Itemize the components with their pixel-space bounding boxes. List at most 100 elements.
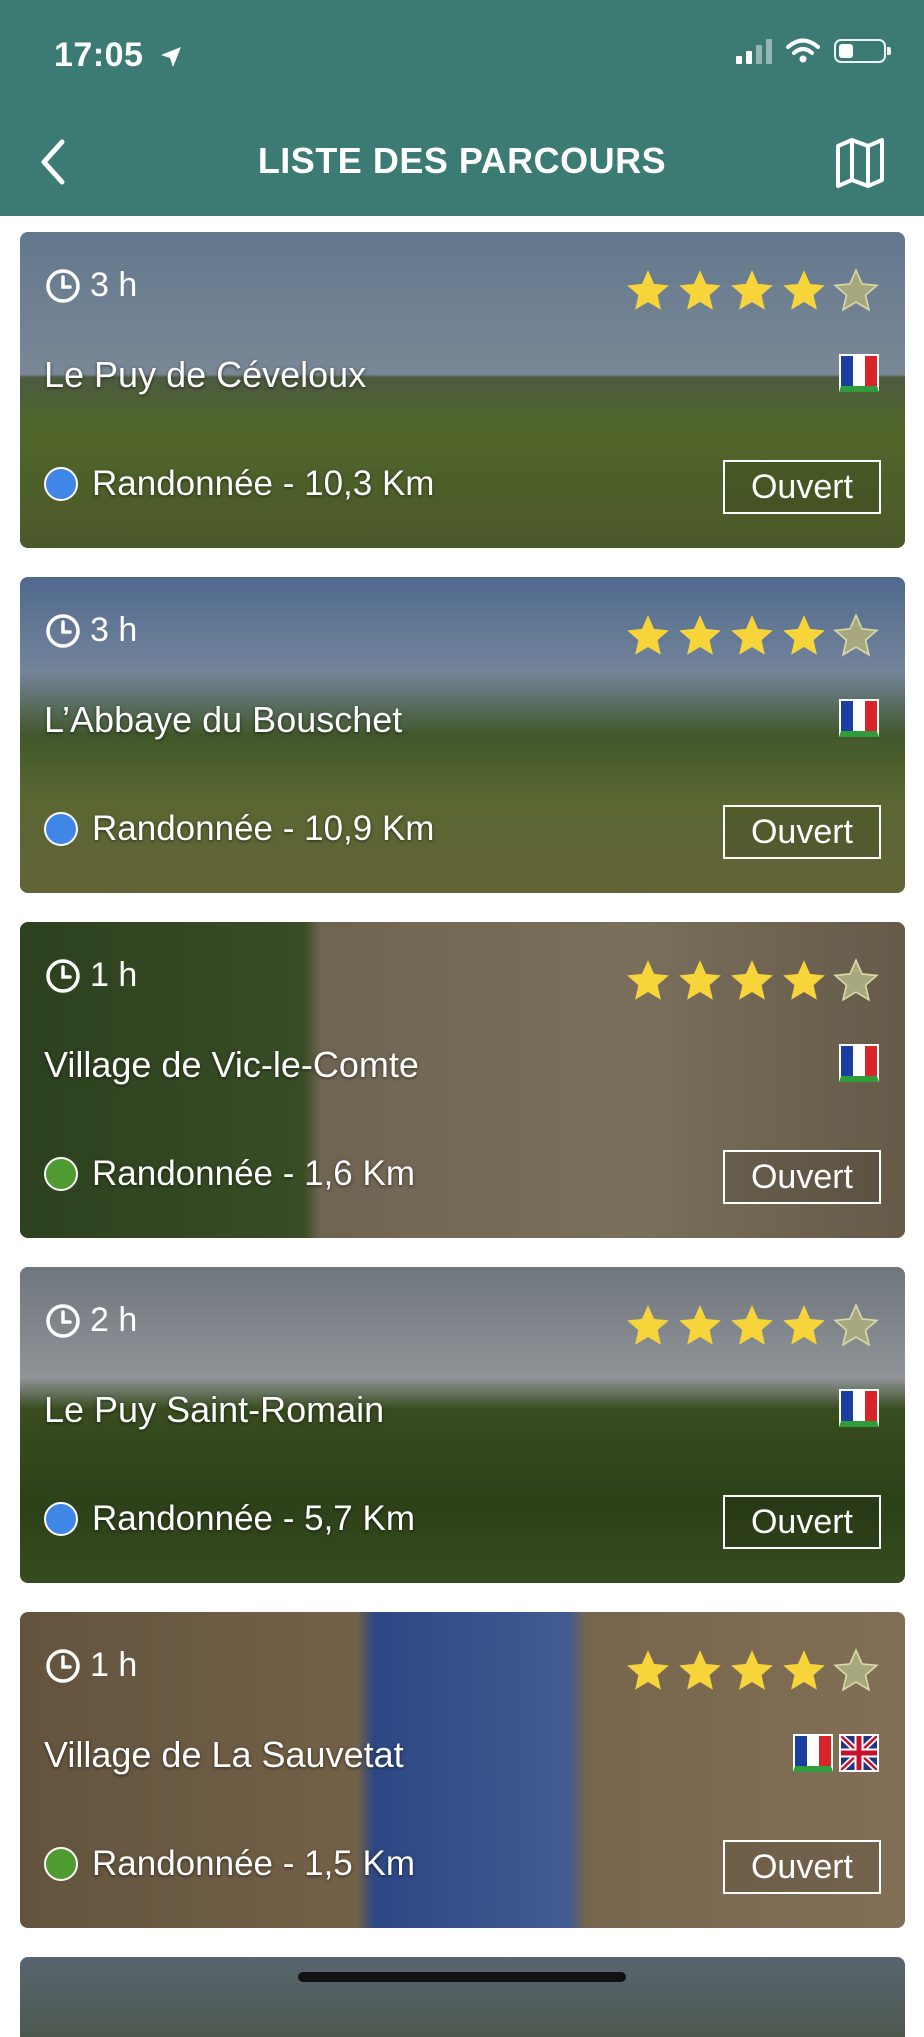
route-name: Le Puy Saint-Romain xyxy=(44,1389,385,1430)
status-indicators xyxy=(736,38,891,64)
duration-text: 3 h xyxy=(90,266,138,304)
star-filled-icon xyxy=(783,270,825,310)
clock-icon xyxy=(46,613,80,648)
route-type: Randonnée - 5,7 Km xyxy=(44,1499,415,1539)
star-rating xyxy=(623,611,881,661)
route-type-text: Randonnée - 1,6 Km xyxy=(92,1154,415,1193)
status-badge: Ouvert xyxy=(723,1840,881,1894)
status-badge: Ouvert xyxy=(723,1495,881,1549)
star-rating xyxy=(623,956,881,1006)
star-filled-icon xyxy=(731,1650,773,1690)
star-filled-icon xyxy=(783,615,825,655)
star-filled-icon xyxy=(731,1305,773,1345)
star-filled-icon xyxy=(731,960,773,1000)
french-flag-icon xyxy=(839,354,879,392)
route-card-partial[interactable] xyxy=(20,1957,905,2037)
difficulty-dot-icon xyxy=(44,1847,78,1881)
route-type-text: Randonnée - 1,5 Km xyxy=(92,1844,415,1883)
star-rating xyxy=(623,266,881,316)
route-card[interactable]: 3 h L’Abbaye du Bouschet Randonnée - 10,… xyxy=(20,577,905,893)
star-filled-icon xyxy=(731,615,773,655)
route-type: Randonnée - 1,6 Km xyxy=(44,1154,415,1194)
route-card[interactable]: 3 h Le Puy de Céveloux Randonnée - 10,3 … xyxy=(20,232,905,548)
wifi-icon xyxy=(786,38,820,63)
star-filled-icon xyxy=(783,1650,825,1690)
language-flags xyxy=(839,1044,879,1082)
star-filled-icon xyxy=(627,270,669,310)
duration: 3 h xyxy=(44,611,137,650)
star-empty-icon xyxy=(833,268,879,312)
route-card[interactable]: 2 h Le Puy Saint-Romain Randonnée - 5,7 … xyxy=(20,1267,905,1583)
page-title: LISTE DES PARCOURS xyxy=(257,140,667,181)
route-name: Village de Vic-le-Comte xyxy=(44,1044,419,1085)
clock-icon xyxy=(46,958,80,993)
route-type-text: Randonnée - 10,3 Km xyxy=(92,464,435,503)
app-header: 17:05 LISTE DES PARCOURS xyxy=(0,0,924,216)
language-flags xyxy=(793,1734,879,1772)
duration: 2 h xyxy=(44,1301,137,1340)
french-flag-icon xyxy=(793,1734,833,1772)
clock-icon xyxy=(46,1648,80,1683)
duration-text: 2 h xyxy=(90,1301,138,1339)
difficulty-dot-icon xyxy=(44,467,78,501)
route-type: Randonnée - 10,9 Km xyxy=(44,809,434,849)
difficulty-dot-icon xyxy=(44,1157,78,1191)
duration: 1 h xyxy=(44,956,137,995)
star-filled-icon xyxy=(679,1650,721,1690)
french-flag-icon xyxy=(839,699,879,737)
clock-icon xyxy=(46,268,80,303)
home-indicator xyxy=(298,1972,626,1982)
star-filled-icon xyxy=(731,270,773,310)
star-filled-icon xyxy=(679,615,721,655)
star-filled-icon xyxy=(679,960,721,1000)
route-name: Village de La Sauvetat xyxy=(44,1734,404,1775)
route-type-text: Randonnée - 5,7 Km xyxy=(92,1499,415,1538)
language-flags xyxy=(839,1389,879,1427)
status-time: 17:05 xyxy=(54,36,183,75)
star-filled-icon xyxy=(627,1305,669,1345)
difficulty-dot-icon xyxy=(44,1502,78,1536)
star-filled-icon xyxy=(627,960,669,1000)
duration-text: 1 h xyxy=(90,1646,138,1684)
star-filled-icon xyxy=(627,615,669,655)
star-filled-icon xyxy=(679,1305,721,1345)
status-badge: Ouvert xyxy=(723,805,881,859)
route-type: Randonnée - 10,3 Km xyxy=(44,464,434,504)
route-card[interactable]: 1 h Village de La Sauvetat Randonnée - 1… xyxy=(20,1612,905,1928)
star-filled-icon xyxy=(627,1650,669,1690)
route-name: L’Abbaye du Bouschet xyxy=(44,699,403,740)
star-empty-icon xyxy=(833,958,879,1002)
map-icon xyxy=(836,138,884,188)
star-rating xyxy=(623,1301,881,1351)
duration-text: 1 h xyxy=(90,956,138,994)
route-list: 3 h Le Puy de Céveloux Randonnée - 10,3 … xyxy=(20,232,905,2037)
clock-icon xyxy=(46,1303,80,1338)
uk-flag-icon xyxy=(839,1734,879,1772)
star-empty-icon xyxy=(833,613,879,657)
map-button[interactable] xyxy=(832,134,888,190)
difficulty-dot-icon xyxy=(44,812,78,846)
route-type-text: Randonnée - 10,9 Km xyxy=(92,809,435,848)
battery-icon xyxy=(834,39,891,63)
status-badge: Ouvert xyxy=(723,1150,881,1204)
location-arrow-icon xyxy=(161,47,182,68)
status-time-text: 17:05 xyxy=(54,36,144,74)
status-badge: Ouvert xyxy=(723,460,881,514)
star-rating xyxy=(623,1646,881,1696)
star-filled-icon xyxy=(679,270,721,310)
french-flag-icon xyxy=(839,1389,879,1427)
duration: 1 h xyxy=(44,1646,137,1685)
cellular-signal-icon xyxy=(736,38,772,64)
star-filled-icon xyxy=(783,960,825,1000)
language-flags xyxy=(839,699,879,737)
duration: 3 h xyxy=(44,266,137,305)
route-name: Le Puy de Céveloux xyxy=(44,354,367,395)
route-card[interactable]: 1 h Village de Vic-le-Comte Randonnée - … xyxy=(20,922,905,1238)
star-empty-icon xyxy=(833,1648,879,1692)
language-flags xyxy=(839,354,879,392)
french-flag-icon xyxy=(839,1044,879,1082)
duration-text: 3 h xyxy=(90,611,138,649)
star-empty-icon xyxy=(833,1303,879,1347)
route-type: Randonnée - 1,5 Km xyxy=(44,1844,415,1884)
star-filled-icon xyxy=(783,1305,825,1345)
